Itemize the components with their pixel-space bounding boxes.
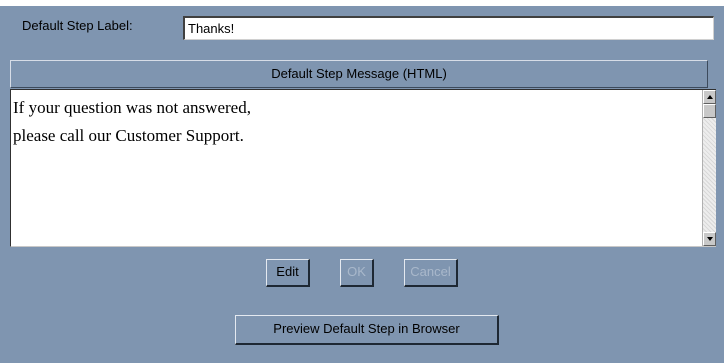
step-label-caption: Default Step Label: [22, 18, 133, 33]
vertical-scrollbar[interactable] [702, 90, 716, 246]
message-panel-header: Default Step Message (HTML) [10, 60, 708, 88]
header-spacer [708, 60, 716, 88]
cancel-button[interactable]: Cancel [404, 259, 458, 287]
edit-button[interactable]: Edit [266, 259, 310, 287]
message-editor[interactable]: If your question was not answered, pleas… [10, 89, 716, 247]
step-label-input[interactable] [183, 16, 714, 40]
arrow-down-icon [707, 237, 713, 241]
message-text[interactable]: If your question was not answered, pleas… [13, 94, 703, 150]
ok-button[interactable]: OK [340, 259, 374, 287]
arrow-up-icon [707, 95, 713, 99]
preview-in-browser-button[interactable]: Preview Default Step in Browser [235, 315, 499, 345]
scroll-down-button[interactable] [703, 232, 716, 246]
scroll-thumb[interactable] [703, 104, 716, 118]
scroll-up-button[interactable] [703, 90, 716, 104]
top-band [0, 0, 724, 6]
